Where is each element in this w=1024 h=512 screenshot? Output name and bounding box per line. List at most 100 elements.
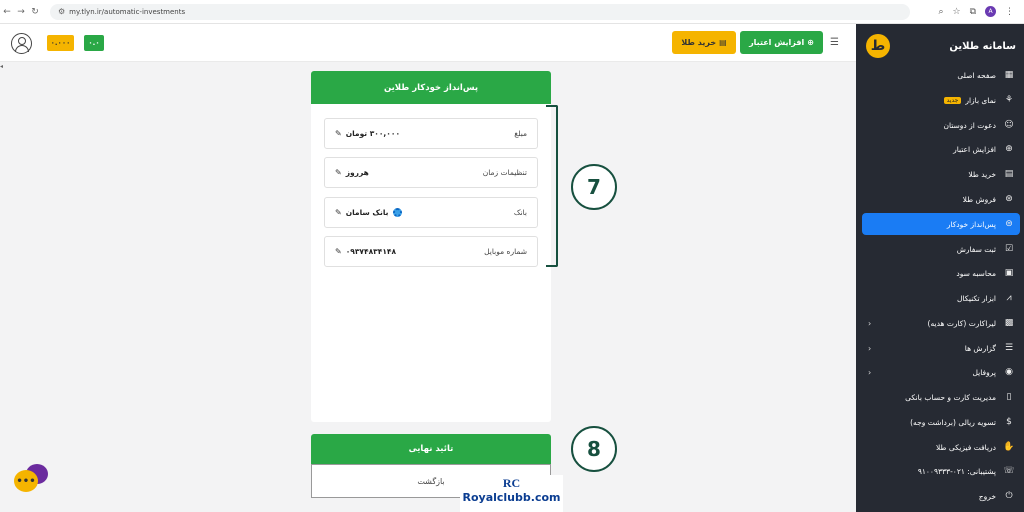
sidebar-item-label: مدیریت کارت و حساب بانکی xyxy=(905,392,996,402)
step-7-marker: 7 xyxy=(571,164,617,210)
hand-gold-icon: ✋ xyxy=(1003,442,1015,452)
sidebar-item-profit-calc[interactable]: ▣ محاسبه سود xyxy=(862,262,1020,284)
mobile-value: ۰۹۳۷۴۸۳۴۱۴۸ xyxy=(345,247,397,256)
chat-dots-icon: ••• xyxy=(14,470,38,492)
sidebar-item-label: محاسبه سود xyxy=(956,268,996,278)
sidebar-item-increase-credit[interactable]: ⊕ افزایش اعتبار xyxy=(862,138,1020,160)
app-header: ۰.۰۰۰ ۰.۰ خرید طلا ▤ افزایش اعتبار ⊕ ☰ xyxy=(0,24,856,62)
sidebar-item-label: پروفایل xyxy=(972,367,997,377)
sidebar-item-label: افزایش اعتبار xyxy=(953,144,996,154)
extensions-icon[interactable]: ⧉ xyxy=(970,7,976,17)
address-bar[interactable]: ⚙ my.tlyn.ir/automatic-investments xyxy=(50,3,910,20)
schedule-label: تنظیمات زمان xyxy=(482,168,527,177)
app-title: سامانه طلاین xyxy=(949,40,1016,52)
chart-icon: ⩘ xyxy=(1006,293,1012,303)
edit-pencil-icon[interactable]: ✎ xyxy=(335,247,342,256)
annotation-bracket xyxy=(546,105,558,267)
profile-avatar[interactable]: A xyxy=(985,6,996,17)
schedule-row: تنظیمات زمان هرروز ✎ xyxy=(324,157,538,188)
sidebar-item-technical[interactable]: ⩘ ابزار تکنیکال xyxy=(862,287,1020,309)
sidebar-item-label: نمای بازار xyxy=(965,95,996,105)
user-account-icon[interactable] xyxy=(11,33,32,54)
watermark-text: Royalclubb.com xyxy=(462,491,561,504)
auto-savings-card: پس‌انداز خودکار طلاین مبلغ ۳۰۰,۰۰۰ تومان… xyxy=(311,71,551,422)
bank-saman-icon xyxy=(392,208,402,217)
sidebar-item-sell-gold[interactable]: ⊛ فروش طلا xyxy=(862,188,1020,210)
bank-row: بانک بانک سامان ✎ xyxy=(324,197,538,228)
gold-bars-icon: ▤ xyxy=(719,38,727,47)
calculator-icon: ▣ xyxy=(1004,268,1014,278)
buy-gold-button[interactable]: خرید طلا ▤ xyxy=(672,31,736,54)
sidebar-item-auto-savings[interactable]: ⊜ پس‌انداز خودکار xyxy=(862,213,1020,235)
gold-balance-badge[interactable]: ۰.۰۰۰ xyxy=(47,35,74,51)
sidebar-item-invite[interactable]: ☺ دعوت از دوستان xyxy=(862,114,1020,136)
sidebar-item-label: گزارش ها xyxy=(964,343,996,353)
sidebar-item-label: فروش طلا xyxy=(962,194,996,204)
bank-label: بانک xyxy=(513,208,527,217)
sidebar-item-profile[interactable]: ◉ پروفایل ‹ xyxy=(862,361,1020,383)
new-badge: جدید xyxy=(943,96,962,104)
step-8-marker: 8 xyxy=(571,426,617,472)
sidebar-item-gift-card[interactable]: ▩ لیراکارت (کارت هدیه) ‹ xyxy=(862,312,1020,334)
sidebar-item-label: صفحه اصلی xyxy=(957,70,996,80)
sidebar-item-withdraw[interactable]: $ تسویه ریالی (برداشت وجه) xyxy=(862,411,1020,433)
sidebar-item-label: ثبت سفارش xyxy=(956,244,996,254)
sidebar-item-logout[interactable]: ⏻ خروج xyxy=(862,485,1020,507)
increase-credit-button[interactable]: افزایش اعتبار ⊕ xyxy=(740,31,823,54)
sidebar-item-label: ابزار تکنیکال xyxy=(956,293,996,303)
schedule-value: هرروز xyxy=(345,168,369,177)
sidebar-item-reports[interactable]: ☰ گزارش ها ‹ xyxy=(862,337,1020,359)
chevron-left-icon[interactable]: ‹ xyxy=(868,344,871,353)
sidebar-item-label: خرید طلا xyxy=(968,169,996,179)
sidebar-header: سامانه طلاین ط xyxy=(866,34,1016,58)
edit-pencil-icon[interactable]: ✎ xyxy=(335,168,342,177)
browser-menu-icon[interactable]: ⋮ xyxy=(1005,7,1014,17)
chat-widget[interactable]: ••• xyxy=(14,464,50,494)
mobile-row: شماره موبایل ۰۹۳۷۴۸۳۴۱۴۸ ✎ xyxy=(324,236,538,267)
back-arrow-icon[interactable]: ← xyxy=(0,7,14,17)
dollar-circle-icon: $ xyxy=(1006,417,1012,427)
watermark: RC Royalclubb.com xyxy=(460,475,563,512)
chevron-left-icon[interactable]: ‹ xyxy=(868,319,871,328)
plus-circle-icon: ⊕ xyxy=(1005,144,1013,154)
plus-circle-icon: ⊕ xyxy=(807,38,814,47)
sidebar-item-label: خروج xyxy=(978,491,996,501)
market-icon: ⚘ xyxy=(1004,95,1014,105)
url-text: my.tlyn.ir/automatic-investments xyxy=(69,7,186,16)
app-logo[interactable]: ط xyxy=(866,34,890,58)
collapse-marker-icon: ◂ xyxy=(0,63,4,70)
sidebar-item-buy-gold[interactable]: ▤ خرید طلا xyxy=(862,163,1020,185)
sidebar-item-label: دعوت از دوستان xyxy=(943,120,996,130)
amount-value: ۳۰۰,۰۰۰ تومان xyxy=(345,129,401,138)
grid-icon: ▦ xyxy=(1004,70,1014,80)
final-confirm-button[interactable]: تائید نهایی xyxy=(311,434,551,464)
edit-pencil-icon[interactable]: ✎ xyxy=(335,129,342,138)
piggy-bank-icon: ⊜ xyxy=(1005,219,1013,229)
credit-balance-badge[interactable]: ۰.۰ xyxy=(84,35,104,51)
sidebar-item-market[interactable]: ⚘ نمای بازار جدید xyxy=(862,89,1020,111)
sidebar-item-order[interactable]: ☑ ثبت سفارش xyxy=(862,238,1020,260)
sidebar-item-label: تسویه ریالی (برداشت وجه) xyxy=(910,417,996,427)
increase-credit-label: افزایش اعتبار xyxy=(749,38,805,47)
sidebar-item-bank-cards[interactable]: ▯ مدیریت کارت و حساب بانکی xyxy=(862,386,1020,408)
report-icon: ☰ xyxy=(1004,343,1014,353)
sidebar-item-home[interactable]: ▦ صفحه اصلی xyxy=(862,64,1020,86)
zoom-icon[interactable]: ⌕ xyxy=(938,7,943,17)
reload-icon[interactable]: ↻ xyxy=(28,7,42,17)
bookmark-star-icon[interactable]: ☆ xyxy=(952,7,960,17)
sidebar-item-label: پس‌انداز خودکار xyxy=(946,219,996,229)
sidebar-item-label: پشتیبانی: ۰۲۱-۹۱۰۰۹۳۳۳ xyxy=(917,466,996,476)
buy-gold-label: خرید طلا xyxy=(681,38,717,47)
amount-label: مبلغ xyxy=(514,129,527,138)
sidebar-item-support[interactable]: ☏ پشتیبانی: ۰۲۱-۹۱۰۰۹۳۳۳ xyxy=(862,460,1020,482)
gift-icon: ▩ xyxy=(1004,318,1014,328)
sidebar-item-label: دریافت فیزیکی طلا xyxy=(936,442,996,452)
sidebar-item-physical-gold[interactable]: ✋ دریافت فیزیکی طلا xyxy=(862,436,1020,458)
forward-arrow-icon[interactable]: → xyxy=(14,7,28,17)
site-info-icon[interactable]: ⚙ xyxy=(58,7,65,16)
hamburger-menu-icon[interactable]: ☰ xyxy=(830,37,840,48)
edit-pencil-icon[interactable]: ✎ xyxy=(335,208,342,217)
profile-icon: ◉ xyxy=(1005,367,1013,377)
chevron-left-icon[interactable]: ‹ xyxy=(868,368,871,377)
browser-toolbar: ← → ↻ ⚙ my.tlyn.ir/automatic-investments… xyxy=(0,0,1024,24)
